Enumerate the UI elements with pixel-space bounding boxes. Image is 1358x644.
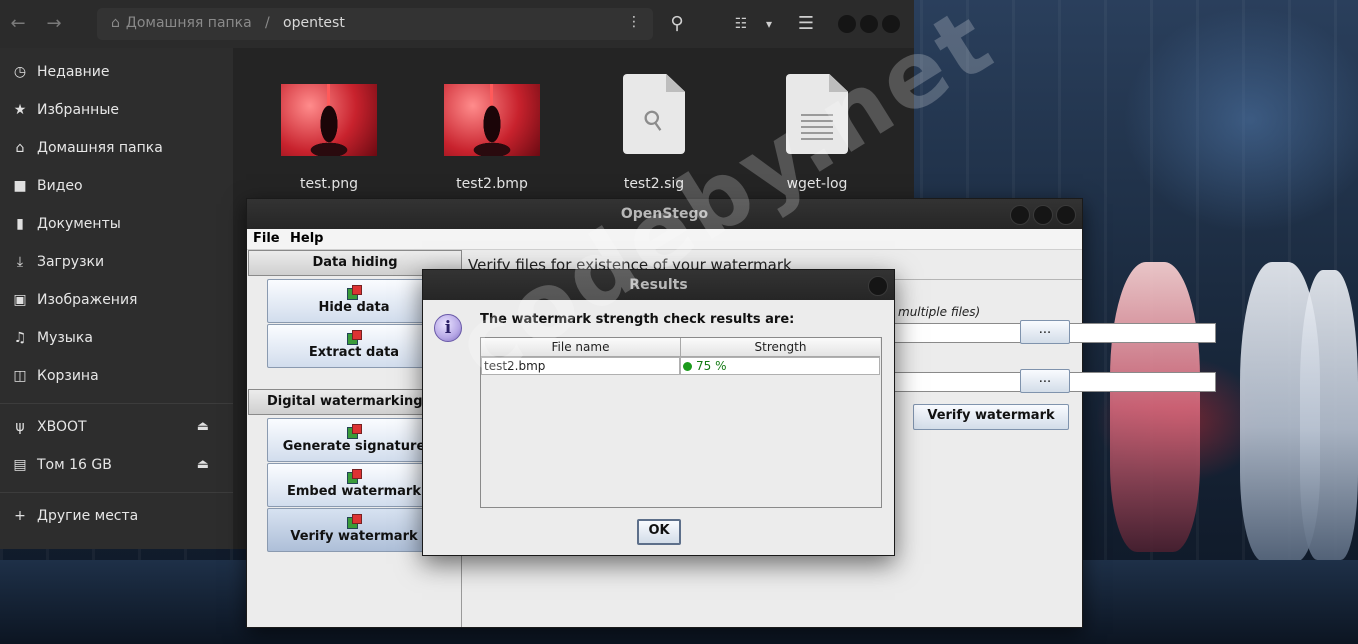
column-header-file-name[interactable]: File name (481, 338, 681, 357)
menu-file[interactable]: File (253, 231, 280, 246)
minimize-button[interactable] (838, 15, 856, 33)
path-bar: ⌂ Домашняя папка / opentest ⋮ (97, 8, 653, 40)
file-name: test2.bmp (456, 176, 528, 192)
file-name: test2.sig (623, 176, 685, 192)
star-icon: ★ (13, 102, 27, 118)
wallpaper-figure (1300, 270, 1358, 560)
image-thumbnail (281, 84, 377, 156)
eject-icon[interactable]: ⏏ (197, 419, 209, 434)
sidebar-item-starred[interactable]: ★ Избранные (0, 92, 233, 128)
close-button[interactable] (882, 15, 900, 33)
view-options-chevron-icon[interactable]: ▾ (755, 10, 783, 38)
extract-data-button[interactable]: Extract data (267, 324, 441, 368)
results-dialog: Results i The watermark strength check r… (422, 269, 895, 556)
ok-button[interactable]: OK (637, 519, 681, 545)
path-menu-icon[interactable]: ⋮ (627, 14, 641, 30)
generate-signature-button[interactable]: Generate signature (267, 418, 441, 462)
strength-indicator-icon (683, 362, 692, 371)
verify-watermark-nav-button[interactable]: Verify watermark (267, 508, 441, 552)
menu-icon[interactable]: ☰ (792, 10, 820, 38)
sidebar-item-documents[interactable]: ▮ Документы (0, 206, 233, 242)
image-thumbnail (444, 84, 540, 156)
dialog-message: The watermark strength check results are… (480, 312, 795, 327)
maximize-button[interactable] (1033, 205, 1053, 225)
hide-data-button[interactable]: Hide data (267, 279, 441, 323)
sidebar-item-trash[interactable]: ◫ Корзина (0, 358, 233, 394)
dialog-title: Results (629, 277, 688, 293)
drive-icon: ▤ (13, 457, 27, 473)
verify-watermark-button[interactable]: Verify watermark (913, 404, 1069, 430)
sidebar-item-other-locations[interactable]: + Другие места (0, 498, 233, 534)
music-icon: ♫ (13, 330, 27, 346)
usb-icon: ψ (15, 419, 25, 435)
file-name: wget-log (786, 176, 848, 192)
browse-input-button[interactable]: ... (1020, 320, 1070, 344)
info-icon: i (434, 314, 462, 342)
menu-bar: File Help (247, 229, 1082, 250)
search-icon[interactable]: ⚲ (663, 10, 691, 38)
sidebar-divider (0, 492, 233, 493)
sidebar-item-downloads[interactable]: ⤓ Загрузки (0, 244, 233, 280)
eject-icon[interactable]: ⏏ (197, 457, 209, 472)
document-icon: ▮ (16, 216, 24, 232)
back-arrow-icon[interactable]: ← (4, 10, 32, 38)
view-list-icon[interactable]: ☷ (727, 10, 755, 38)
sidebar-item-pictures[interactable]: ▣ Изображения (0, 282, 233, 318)
minimize-button[interactable] (1010, 205, 1030, 225)
sidebar-item-recent[interactable]: ◷ Недавние (0, 54, 233, 90)
embed-watermark-button[interactable]: Embed watermark (267, 463, 441, 507)
embed-watermark-icon (347, 469, 362, 484)
download-icon: ⤓ (16, 254, 24, 270)
dialog-titlebar[interactable]: Results (423, 270, 894, 300)
column-header-strength[interactable]: Strength (681, 338, 880, 357)
forward-arrow-icon[interactable]: → (40, 10, 68, 38)
generate-signature-icon (347, 424, 362, 439)
openstego-titlebar[interactable]: OpenStego (247, 199, 1082, 229)
sidebar-item-volume[interactable]: ▤ Том 16 GB ⏏ (0, 447, 233, 483)
cell-file-name[interactable]: test2.bmp (481, 357, 680, 375)
results-table: File name Strength test2.bmp 75 % (480, 337, 882, 508)
hide-data-icon (347, 285, 362, 300)
sidebar-item-xboot[interactable]: ψ XBOOT ⏏ (0, 409, 233, 445)
sidebar-item-music[interactable]: ♫ Музыка (0, 320, 233, 356)
sidebar-divider (0, 403, 233, 404)
breadcrumb-separator: / (265, 15, 270, 31)
image-icon: ▣ (13, 292, 27, 308)
text-lines (801, 114, 833, 144)
breadcrumb-current[interactable]: opentest (283, 15, 345, 31)
plus-icon: + (14, 508, 26, 524)
menu-help[interactable]: Help (290, 231, 323, 246)
clock-icon: ◷ (13, 64, 27, 80)
input-files-hint: multiple files) (898, 305, 981, 319)
home-icon: ⌂ (111, 15, 120, 31)
trash-icon: ◫ (13, 368, 27, 384)
places-sidebar: ◷ Недавние ★ Избранные ⌂ Домашняя папка … (0, 48, 233, 549)
cell-strength[interactable]: 75 % (680, 357, 880, 375)
close-button[interactable] (1056, 205, 1076, 225)
breadcrumb-home[interactable]: ⌂ Домашняя папка (111, 15, 252, 31)
window-title: OpenStego (620, 206, 709, 222)
maximize-button[interactable] (860, 15, 878, 33)
sidebar-item-video[interactable]: ■ Видео (0, 168, 233, 204)
file-manager-header: ← → ⌂ Домашняя папка / opentest ⋮ ⚲ ☷ ▾ … (0, 0, 914, 48)
file-name: test.png (300, 176, 358, 192)
verify-watermark-icon (347, 514, 362, 529)
close-button[interactable] (868, 276, 888, 296)
sidebar-item-home[interactable]: ⌂ Домашняя папка (0, 130, 233, 166)
home-icon: ⌂ (15, 140, 25, 156)
wallpaper-figure (1110, 262, 1200, 552)
browse-signature-button[interactable]: ... (1020, 369, 1070, 393)
video-icon: ■ (13, 178, 27, 194)
extract-data-icon (347, 330, 362, 345)
